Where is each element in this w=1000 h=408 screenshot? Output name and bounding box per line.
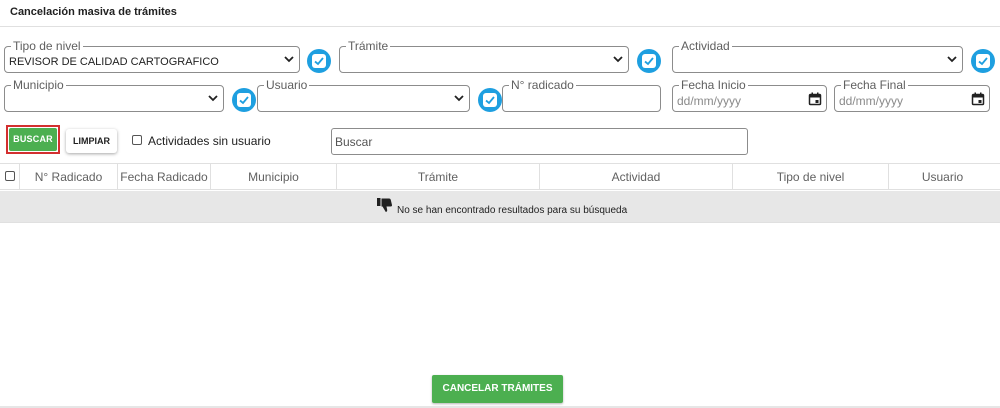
calendar-icon[interactable] bbox=[971, 92, 985, 106]
buscar-button[interactable]: BUSCAR bbox=[9, 128, 57, 151]
page-header: Cancelación masiva de trámites bbox=[0, 0, 1000, 27]
checkbox-check-icon bbox=[314, 57, 324, 66]
buscar-button-highlight: BUSCAR bbox=[6, 125, 60, 154]
actividad-select[interactable]: Actividad bbox=[672, 39, 963, 73]
tipo-nivel-label: Tipo de nivel bbox=[11, 39, 83, 53]
actividades-sin-usuario-checkbox[interactable] bbox=[132, 135, 142, 145]
tramite-select[interactable]: Trámite bbox=[339, 39, 629, 73]
column-header[interactable]: Tipo de nivel bbox=[733, 164, 889, 190]
municipio-select[interactable]: Municipio bbox=[4, 78, 224, 112]
column-header[interactable]: Fecha Radicado bbox=[118, 164, 211, 190]
chevron-down-icon bbox=[613, 56, 623, 63]
tramite-label: Trámite bbox=[346, 39, 391, 53]
fecha-final-input[interactable]: Fecha Final dd/mm/yyyy bbox=[834, 78, 990, 112]
chevron-down-icon bbox=[454, 95, 464, 102]
calendar-icon[interactable] bbox=[808, 92, 822, 106]
column-header[interactable]: Actividad bbox=[540, 164, 733, 190]
limpiar-button[interactable]: LIMPIAR bbox=[66, 129, 117, 153]
municipio-label: Municipio bbox=[11, 78, 66, 92]
actividad-label: Actividad bbox=[679, 39, 732, 53]
municipio-toggle[interactable] bbox=[232, 88, 256, 112]
tipo-nivel-select[interactable]: Tipo de nivel REVISOR DE CALIDAD CARTOGR… bbox=[4, 39, 300, 73]
usuario-select[interactable]: Usuario bbox=[257, 78, 470, 112]
column-header[interactable]: Trámite bbox=[337, 164, 540, 190]
actividad-toggle[interactable] bbox=[971, 49, 995, 73]
column-header[interactable]: Municipio bbox=[211, 164, 337, 190]
usuario-label: Usuario bbox=[264, 78, 310, 92]
table-header: N° Radicado Fecha Radicado Municipio Trá… bbox=[0, 163, 1000, 190]
usuario-toggle[interactable] bbox=[478, 88, 502, 112]
empty-results-message: No se han encontrado resultados para su … bbox=[397, 205, 628, 216]
cancelar-tramites-button[interactable]: CANCELAR TRÁMITES bbox=[432, 375, 563, 403]
actividades-sin-usuario-label: Actividades sin usuario bbox=[148, 134, 271, 148]
checkbox-check-icon bbox=[644, 57, 654, 66]
fecha-final-label: Fecha Final bbox=[841, 78, 908, 92]
checkbox-check-icon bbox=[485, 96, 495, 105]
tipo-nivel-value: REVISOR DE CALIDAD CARTOGRAFICO bbox=[9, 56, 219, 68]
page-title: Cancelación masiva de trámites bbox=[10, 6, 177, 18]
tipo-nivel-toggle[interactable] bbox=[307, 49, 331, 73]
empty-results-row: No se han encontrado resultados para su … bbox=[0, 191, 1000, 223]
fecha-inicio-label: Fecha Inicio bbox=[679, 78, 748, 92]
fecha-inicio-placeholder: dd/mm/yyyy bbox=[677, 94, 742, 108]
tramite-toggle[interactable] bbox=[637, 49, 661, 73]
fecha-final-placeholder: dd/mm/yyyy bbox=[839, 94, 904, 108]
thumbs-down-icon bbox=[377, 198, 393, 212]
fecha-inicio-input[interactable]: Fecha Inicio dd/mm/yyyy bbox=[672, 78, 827, 112]
checkbox-check-icon bbox=[978, 57, 988, 66]
checkbox-check-icon bbox=[239, 96, 249, 105]
chevron-down-icon bbox=[947, 56, 957, 63]
search-field[interactable] bbox=[331, 128, 748, 155]
column-header[interactable]: Usuario bbox=[889, 164, 996, 190]
select-all-cell bbox=[0, 164, 20, 190]
select-all-checkbox[interactable] bbox=[5, 171, 15, 181]
radicado-input[interactable]: N° radicado bbox=[502, 78, 661, 112]
chevron-down-icon bbox=[208, 95, 218, 102]
column-header[interactable]: N° Radicado bbox=[20, 164, 118, 190]
search-input[interactable] bbox=[335, 133, 735, 151]
chevron-down-icon bbox=[284, 56, 294, 63]
radicado-label: N° radicado bbox=[509, 78, 576, 92]
